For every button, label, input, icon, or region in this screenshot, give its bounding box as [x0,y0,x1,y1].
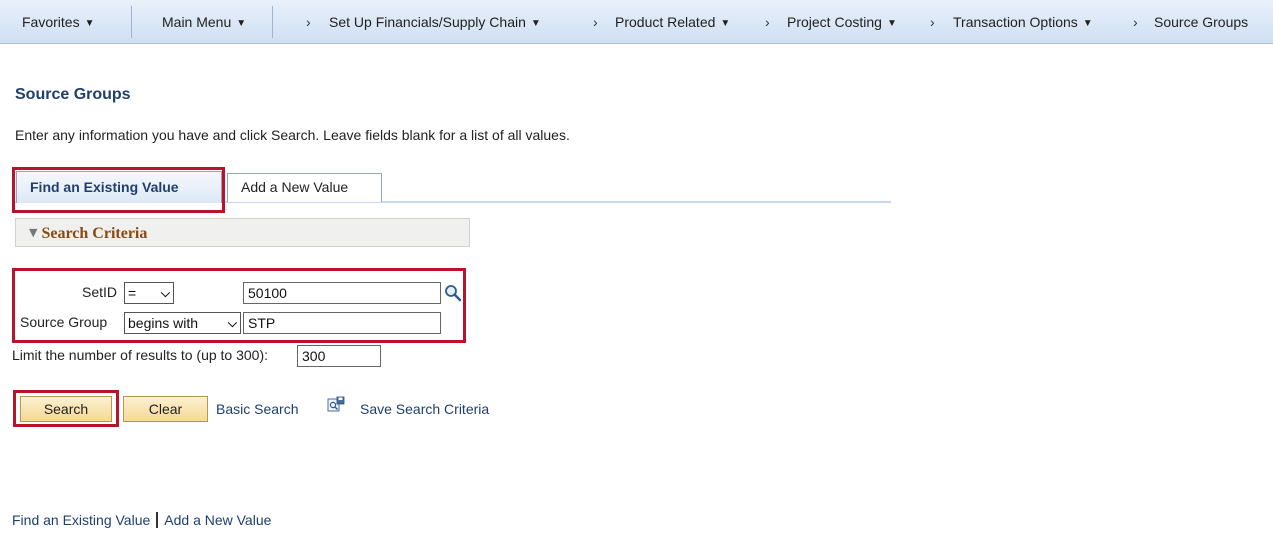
instructions-text: Enter any information you have and click… [15,127,570,143]
breadcrumb-label: Transaction Options [953,14,1078,30]
nav-divider [131,6,132,38]
lookup-magnifier-icon[interactable] [444,284,462,302]
breadcrumb-project-costing[interactable]: Project Costing ▼ [787,0,897,44]
top-navigation-bar: Favorites ▼ Main Menu ▼ › Set Up Financial… [0,0,1273,44]
limit-results-value: 300 [302,348,326,364]
bottom-links: Find an Existing Value Add a New Value [12,512,271,528]
nav-divider [272,6,273,38]
tab-find-existing-value[interactable]: Find an Existing Value [16,171,222,203]
footer-find-existing-link[interactable]: Find an Existing Value [12,512,150,528]
setid-input-value: 50100 [248,285,287,301]
limit-results-input[interactable]: 300 [297,345,381,367]
tab-add-new-value[interactable]: Add a New Value [227,173,382,202]
link-divider [156,512,159,528]
breadcrumb-product-related[interactable]: Product Related ▼ [615,0,730,44]
breadcrumb-label: Product Related [615,14,716,30]
source-group-input[interactable]: STP [243,312,441,334]
favorites-menu[interactable]: Favorites ▼ [22,0,94,44]
caret-down-icon: ▼ [1082,18,1093,29]
chevron-right-icon: › [593,14,598,30]
tab-label: Add a New Value [241,179,349,195]
chevron-right-icon: › [930,14,935,30]
breadcrumb-label: Project Costing [787,14,882,30]
breadcrumb-label: Set Up Financials/Supply Chain [329,14,526,30]
search-button[interactable]: Search [20,396,112,422]
search-criteria-label: Search Criteria [41,225,148,242]
tab-label: Find an Existing Value [30,179,179,195]
breadcrumb-transaction-options[interactable]: Transaction Options ▼ [953,0,1093,44]
breadcrumb-setup-financials[interactable]: Set Up Financials/Supply Chain ▼ [329,0,541,44]
caret-down-icon: ▼ [720,18,731,29]
favorites-label: Favorites [22,14,80,30]
footer-add-new-link[interactable]: Add a New Value [164,512,271,528]
save-search-icon[interactable] [327,396,345,414]
basic-search-link[interactable]: Basic Search [216,401,298,417]
chevron-right-icon: › [1133,14,1138,30]
setid-input[interactable]: 50100 [243,282,441,304]
caret-down-icon: ▼ [886,18,897,29]
limit-results-label: Limit the number of results to (up to 30… [12,347,269,363]
save-search-criteria-link[interactable]: Save Search Criteria [360,401,489,417]
chevron-down-icon: ⌵ [160,286,170,300]
breadcrumb-label: Source Groups [1154,14,1249,30]
breadcrumb-source-groups[interactable]: Source Groups [1154,0,1248,44]
chevron-right-icon: › [306,14,311,30]
setid-operator-select[interactable]: = ⌵ [124,282,174,304]
source-group-operator-select[interactable]: begins with ⌵ [124,312,241,334]
caret-down-icon: ▼ [236,18,247,29]
setid-label: SetID [82,284,118,300]
source-group-label: Source Group [20,314,108,330]
chevron-down-icon: ⌵ [227,316,237,330]
source-group-operator-value: begins with [128,315,199,331]
page-title: Source Groups [15,86,131,103]
caret-down-icon: ▼ [530,18,541,29]
caret-down-icon: ▼ [84,18,95,29]
collapse-triangle-icon: ▼ [29,226,38,239]
main-menu[interactable]: Main Menu ▼ [162,0,246,44]
setid-operator-value: = [128,285,137,301]
search-criteria-header[interactable]: ▼ Search Criteria [15,218,470,247]
main-menu-label: Main Menu [162,14,232,30]
source-group-input-value: STP [248,315,276,331]
clear-button[interactable]: Clear [123,396,208,422]
chevron-right-icon: › [765,14,770,30]
